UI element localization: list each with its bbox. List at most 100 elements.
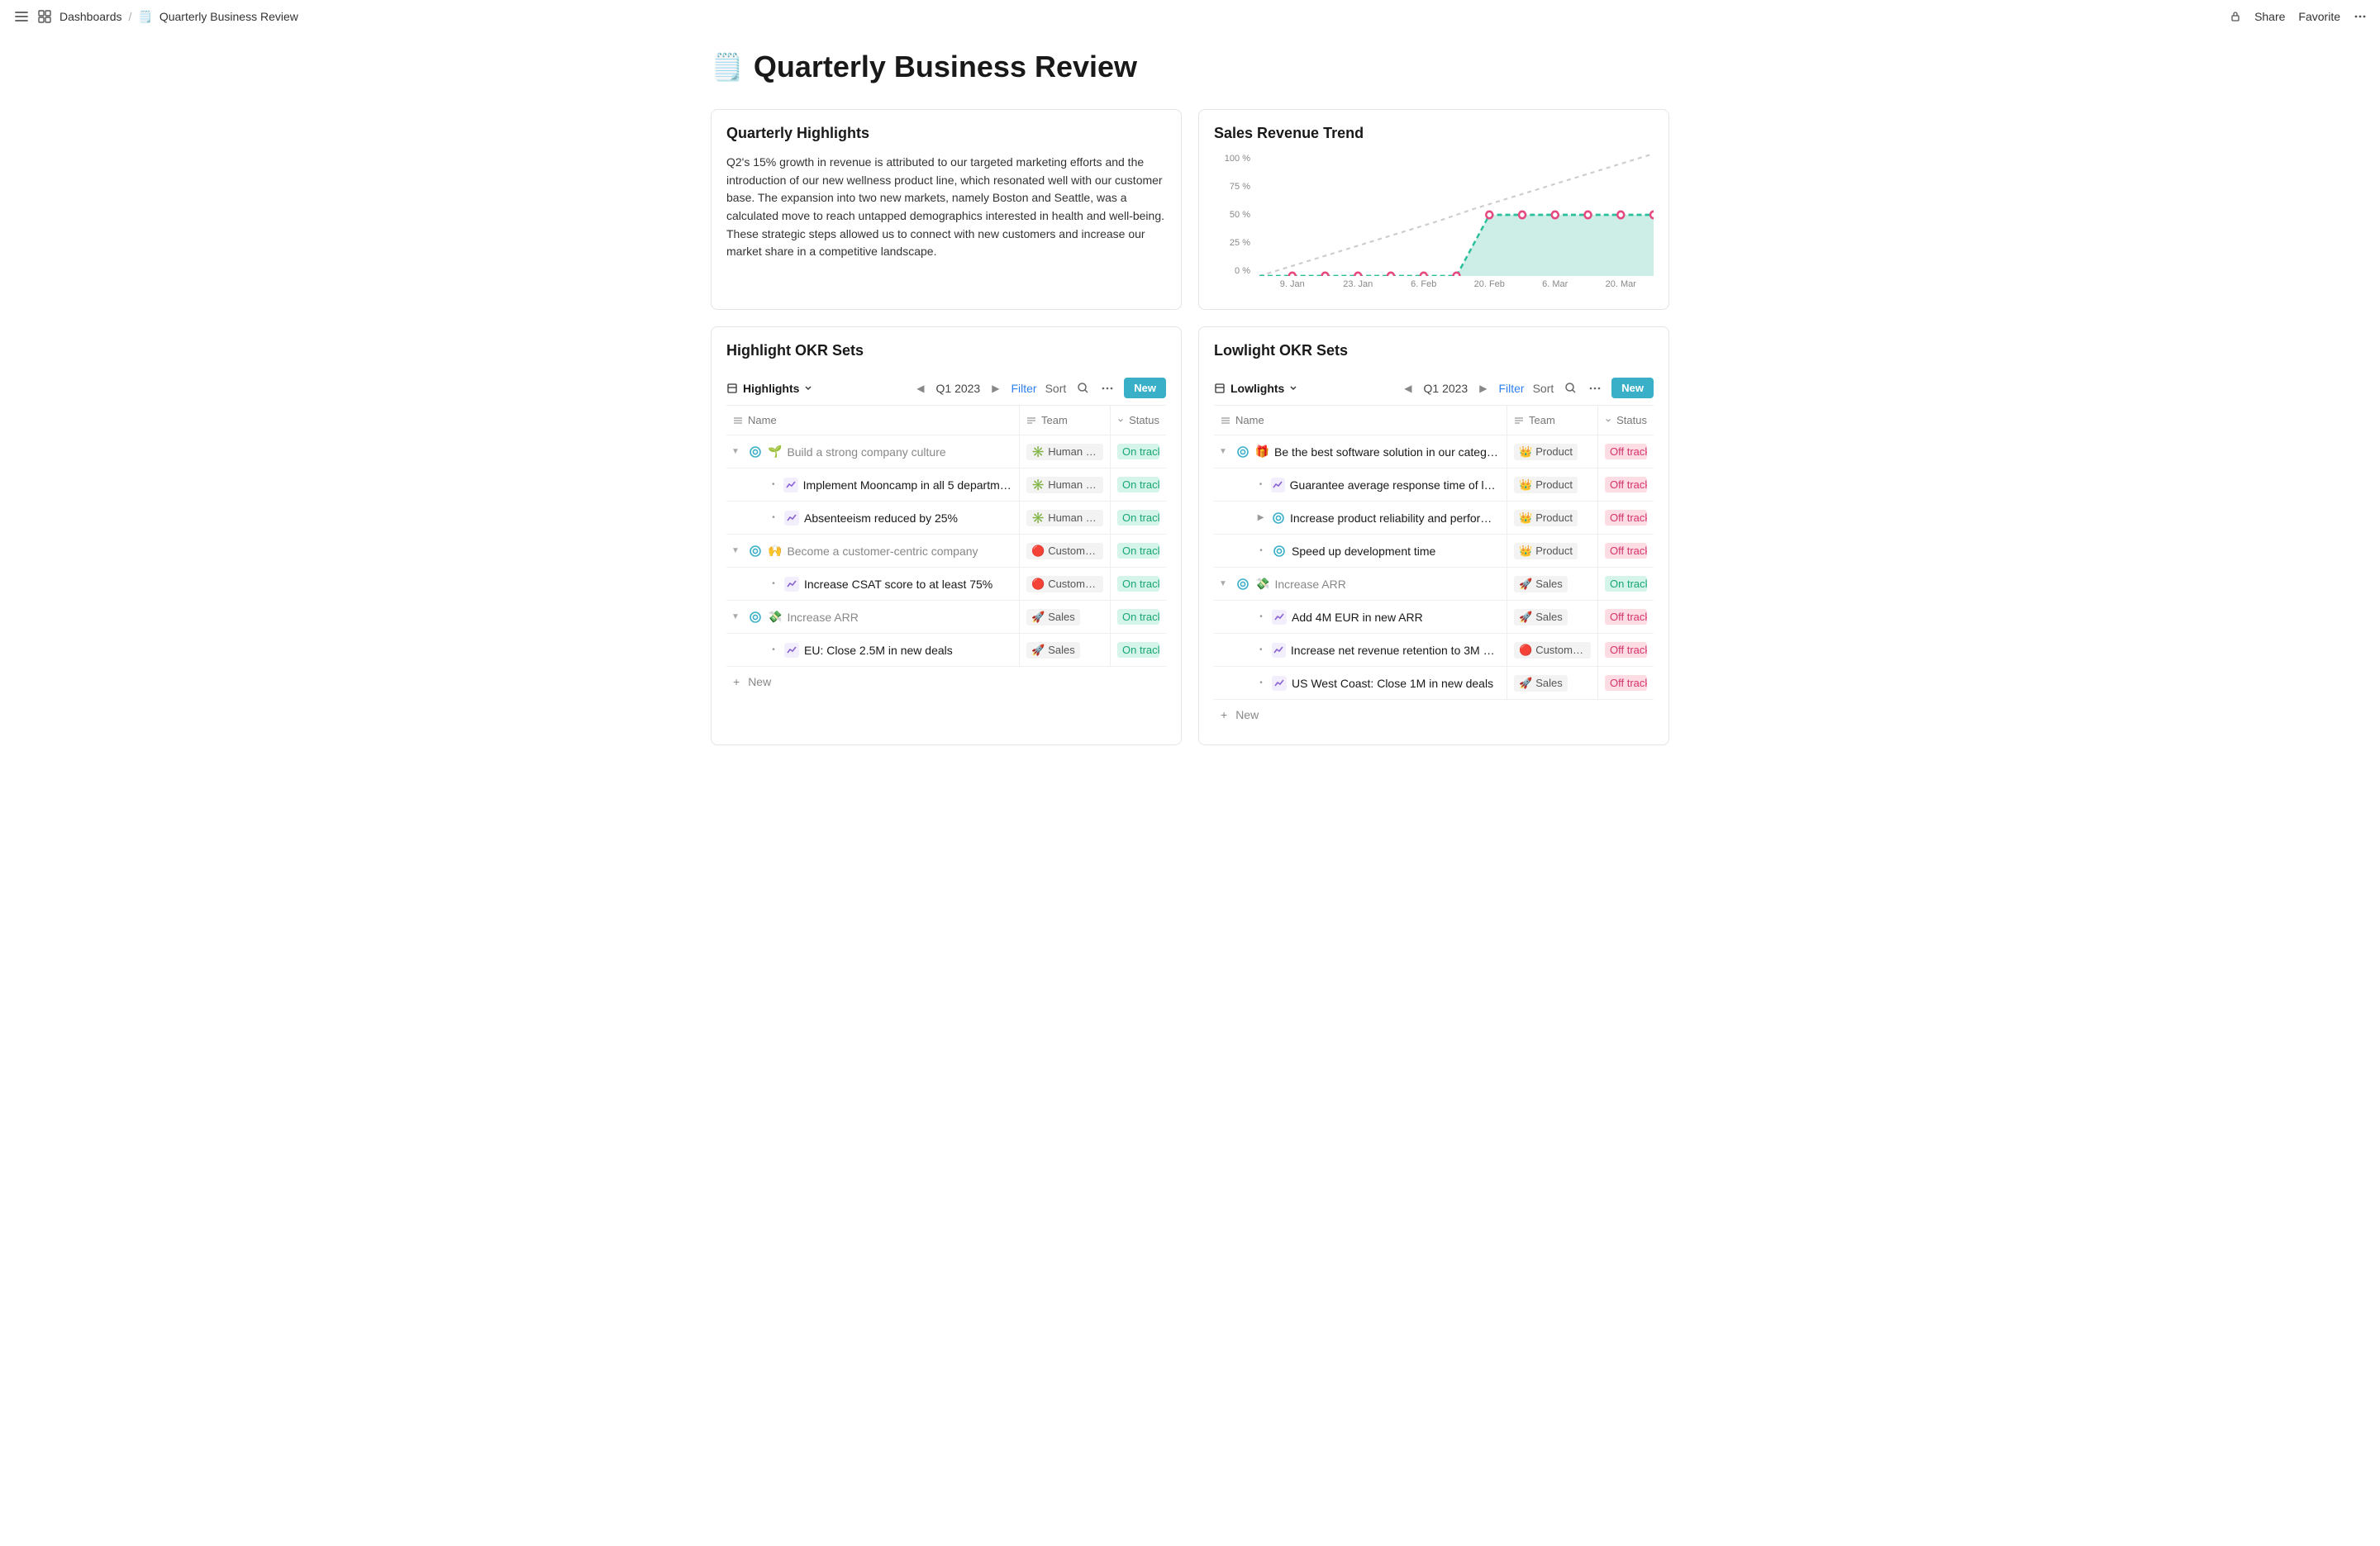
table-row[interactable]: •Implement Mooncamp in all 5 departments… <box>726 469 1166 502</box>
lowlight-prev-period[interactable]: ◀ <box>1401 383 1415 394</box>
chart-x-axis: 9. Jan23. Jan6. Feb20. Feb6. Mar20. Mar <box>1259 279 1654 294</box>
team-name: Customer S <box>1535 644 1586 656</box>
highlight-okr-title: Highlight OKR Sets <box>726 342 1166 359</box>
chart-x-tick: 20. Mar <box>1588 279 1654 294</box>
table-row[interactable]: ▼ 🌱 Build a strong company culture ✳️Human … <box>726 435 1166 469</box>
highlights-body: Q2's 15% growth in revenue is attributed… <box>726 154 1166 261</box>
team-emoji-icon: 🚀 <box>1031 611 1045 624</box>
team-badge: 🚀Sales <box>1026 609 1080 626</box>
table-row[interactable]: ▼💸Increase ARR🚀SalesOn track <box>1214 568 1654 601</box>
highlight-col-name[interactable]: Name <box>726 406 1019 435</box>
table-row[interactable]: ▼🙌Become a customer-centric company🔴Cust… <box>726 535 1166 568</box>
page-title-row: 🗒️ Quarterly Business Review <box>711 50 1669 84</box>
team-name: Customer S <box>1048 545 1098 557</box>
highlight-view-selector[interactable]: Highlights <box>726 382 812 395</box>
lowlight-col-name[interactable]: Name <box>1214 406 1507 435</box>
lowlight-filter-btn[interactable]: Filter <box>1498 382 1524 395</box>
row-title: Become a customer-centric company <box>787 545 978 558</box>
row-emoji-icon: 🌱 <box>768 445 782 459</box>
lowlight-okr-card: Lowlight OKR Sets Lowlights ◀ Q1 2023 ▶ … <box>1198 326 1669 745</box>
key-result-icon <box>1272 676 1287 691</box>
team-name: Sales <box>1535 578 1563 590</box>
row-title: Build a strong company culture <box>787 445 945 459</box>
highlight-search-icon[interactable] <box>1074 380 1091 397</box>
status-badge: On track <box>1117 642 1159 658</box>
team-emoji-icon: 👑 <box>1519 445 1532 459</box>
team-emoji-icon: 👑 <box>1519 545 1532 558</box>
toggle-icon[interactable]: ▼ <box>731 612 743 621</box>
lowlight-more-icon[interactable] <box>1587 380 1603 397</box>
toggle-icon[interactable]: ▼ <box>731 546 743 555</box>
plus-icon: + <box>733 675 740 688</box>
lowlight-sort-btn[interactable]: Sort <box>1533 382 1554 395</box>
highlight-col-status[interactable]: Status <box>1110 406 1166 435</box>
team-name: Product <box>1535 545 1573 557</box>
highlight-prev-period[interactable]: ◀ <box>913 383 927 394</box>
more-icon[interactable] <box>2354 10 2367 23</box>
table-row[interactable]: ▼💸Increase ARR🚀SalesOn track <box>726 601 1166 634</box>
table-row[interactable]: •US West Coast: Close 1M in new deals🚀Sa… <box>1214 667 1654 700</box>
team-emoji-icon: ✳️ <box>1031 478 1045 492</box>
objective-icon <box>748 544 763 559</box>
row-title: Increase product reliability and perform… <box>1290 511 1500 525</box>
table-row[interactable]: •Absenteeism reduced by 25%✳️Human ResOn… <box>726 502 1166 535</box>
lowlight-col-team[interactable]: Team <box>1507 406 1597 435</box>
toggle-icon[interactable]: ▼ <box>1219 447 1230 456</box>
toggle-icon[interactable]: ▼ <box>731 447 743 456</box>
highlight-sort-btn[interactable]: Sort <box>1045 382 1067 395</box>
highlight-next-period[interactable]: ▶ <box>988 383 1002 394</box>
highlight-col-team[interactable]: Team <box>1019 406 1110 435</box>
chart-y-tick: 0 % <box>1235 266 1250 276</box>
team-badge: 👑Product <box>1514 477 1578 493</box>
toggle-icon[interactable]: ▼ <box>1219 579 1230 588</box>
lowlight-col-status[interactable]: Status <box>1597 406 1654 435</box>
team-name: Product <box>1535 478 1573 491</box>
toggle-icon[interactable]: ▶ <box>1255 513 1266 522</box>
table-row[interactable]: ▼🎁Be the best software solution in our c… <box>1214 435 1654 469</box>
bullet-icon: • <box>768 579 779 588</box>
table-row[interactable]: •Increase net revenue retention to 3M EU… <box>1214 634 1654 667</box>
topbar: Dashboards / 🗒️ Quarterly Business Revie… <box>0 0 2380 33</box>
team-emoji-icon: ✳️ <box>1031 511 1045 525</box>
team-emoji-icon: 🚀 <box>1519 677 1532 690</box>
team-badge: ✳️Human Res <box>1026 510 1103 526</box>
key-result-icon <box>784 577 799 592</box>
status-badge: Off track <box>1605 642 1647 658</box>
team-badge: ✳️Human Res <box>1026 477 1103 493</box>
breadcrumb-root[interactable]: Dashboards <box>60 10 122 23</box>
highlight-add-row[interactable]: + New <box>726 667 1166 697</box>
lowlight-add-row[interactable]: + New <box>1214 700 1654 730</box>
lowlight-new-btn[interactable]: New <box>1611 378 1654 398</box>
favorite-button[interactable]: Favorite <box>2298 10 2340 23</box>
row-title: EU: Close 2.5M in new deals <box>804 644 953 657</box>
breadcrumb-page[interactable]: Quarterly Business Review <box>159 10 298 23</box>
breadcrumb-page-icon: 🗒️ <box>138 10 152 24</box>
highlight-period[interactable]: Q1 2023 <box>936 382 981 395</box>
table-row[interactable]: ▶ Increase product reliability and perfor… <box>1214 502 1654 535</box>
table-row[interactable]: •EU: Close 2.5M in new deals🚀SalesOn tra… <box>726 634 1166 667</box>
lowlight-period[interactable]: Q1 2023 <box>1424 382 1468 395</box>
status-badge: Off track <box>1605 675 1647 691</box>
lowlight-search-icon[interactable] <box>1562 380 1578 397</box>
table-row[interactable]: •Add 4M EUR in new ARR🚀SalesOff track <box>1214 601 1654 634</box>
team-emoji-icon: 🔴 <box>1031 578 1045 591</box>
table-row[interactable]: •Increase CSAT score to at least 75%🔴Cus… <box>726 568 1166 601</box>
dashboards-grid-icon[interactable] <box>36 8 53 25</box>
table-row[interactable]: •Speed up development time👑ProductOff tr… <box>1214 535 1654 568</box>
highlight-more-icon[interactable] <box>1099 380 1116 397</box>
team-emoji-icon: 🚀 <box>1519 578 1532 591</box>
lowlight-view-selector[interactable]: Lowlights <box>1214 382 1297 395</box>
highlight-new-btn[interactable]: New <box>1124 378 1166 398</box>
breadcrumb: Dashboards / 🗒️ Quarterly Business Revie… <box>60 10 298 24</box>
bullet-icon: • <box>1255 546 1267 555</box>
table-row[interactable]: •Guarantee average response time of less… <box>1214 469 1654 502</box>
highlight-filter-btn[interactable]: Filter <box>1011 382 1036 395</box>
lowlight-next-period[interactable]: ▶ <box>1476 383 1490 394</box>
team-name: Sales <box>1535 677 1563 689</box>
team-badge: ✳️Human Res <box>1026 444 1103 460</box>
share-button[interactable]: Share <box>2254 10 2285 23</box>
highlight-okr-card: Highlight OKR Sets Highlights ◀ Q1 2023 … <box>711 326 1182 745</box>
team-badge: 🚀Sales <box>1514 675 1568 692</box>
hamburger-icon[interactable] <box>13 8 30 25</box>
highlight-toolbar: Highlights ◀ Q1 2023 ▶ Filter Sort <box>726 371 1166 405</box>
